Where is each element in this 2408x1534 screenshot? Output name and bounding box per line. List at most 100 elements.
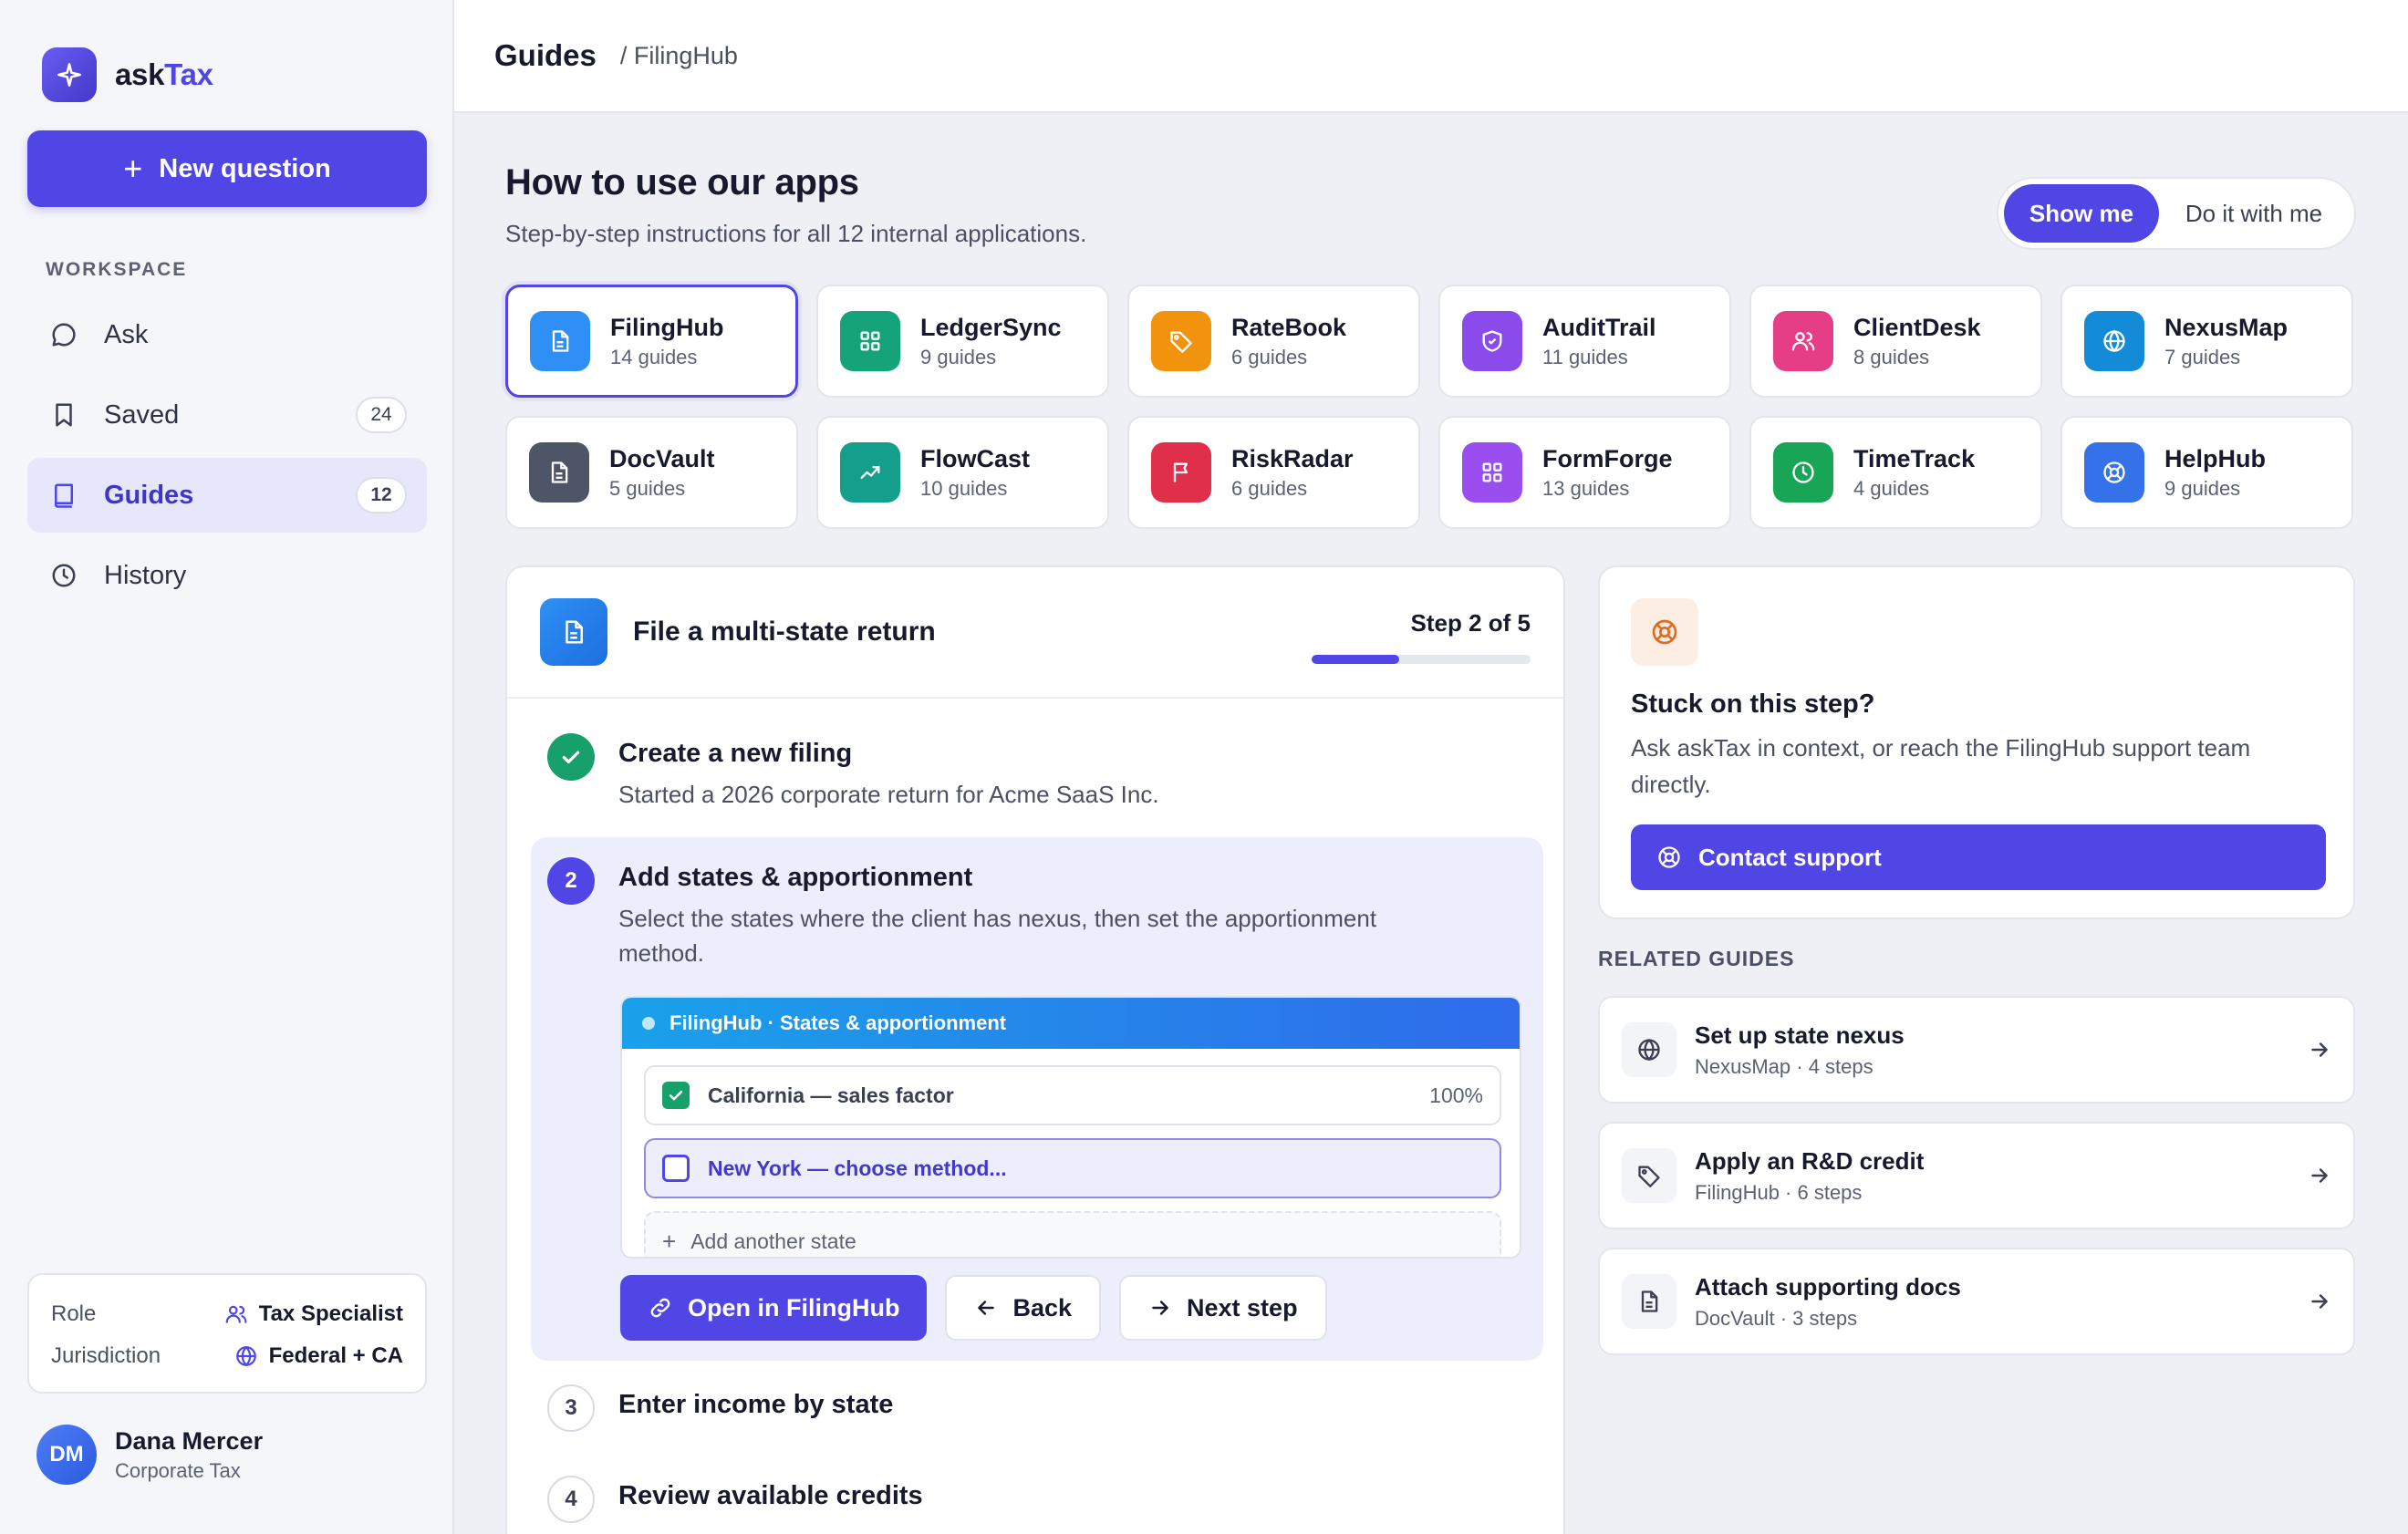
app-guide-count: 7 guides — [2164, 345, 2241, 368]
app-name: HelpHub — [2164, 444, 2266, 472]
lifebuoy-icon — [1631, 598, 1698, 666]
role-label: Role — [51, 1301, 97, 1326]
preview-title: FilingHub · States & apportionment — [669, 1011, 1007, 1034]
document-icon — [540, 598, 607, 666]
checkbox-empty-icon[interactable] — [662, 1155, 690, 1182]
document-icon — [1622, 1274, 1676, 1329]
related-guides-label: RELATED GUIDES — [1598, 947, 1795, 970]
new-question-button[interactable]: + New question — [27, 130, 427, 207]
support-title: Stuck on this step? — [1631, 689, 1875, 719]
app-name: RiskRadar — [1231, 444, 1354, 472]
app-guide-count: 13 guides — [1542, 476, 1630, 500]
grid-icon — [840, 311, 900, 371]
app-card-docvault[interactable]: DocVault 5 guides — [505, 416, 798, 529]
open-in-app-button[interactable]: Open in FilingHub — [620, 1275, 928, 1341]
sidebar-item-saved[interactable]: Saved 24 — [27, 378, 427, 452]
sidebar-item-label: History — [104, 560, 187, 590]
next-step-button[interactable]: Next step — [1119, 1275, 1327, 1341]
shield-icon — [1462, 311, 1522, 371]
section-title: How to use our apps — [505, 162, 859, 202]
arrow-right-icon — [1148, 1296, 1172, 1320]
related-guide-text: Apply an R&D credit FilingHub · 6 steps — [1695, 1147, 2308, 1205]
app-card-text: HelpHub 9 guides — [2164, 445, 2266, 501]
app-card-text: TimeTrack 4 guides — [1853, 445, 1975, 501]
brand-name: askTax — [115, 57, 213, 91]
guide-title: File a multi-state return — [633, 617, 936, 647]
globe-icon — [234, 1344, 258, 1368]
related-guide-title: Attach supporting docs — [1695, 1272, 1961, 1301]
related-guide-item[interactable]: Set up state nexus NexusMap · 4 steps — [1598, 996, 2355, 1104]
checkbox-checked-icon[interactable] — [662, 1082, 690, 1109]
app-name: AuditTrail — [1542, 313, 1656, 341]
related-guides-list: Set up state nexus NexusMap · 4 steps Ap… — [1598, 996, 2355, 1373]
sidebar-item-history[interactable]: History — [27, 538, 427, 613]
app-name: ClientDesk — [1853, 313, 1981, 341]
related-guide-item[interactable]: Apply an R&D credit FilingHub · 6 steps — [1598, 1122, 2355, 1229]
jurisdiction-label: Jurisdiction — [51, 1343, 161, 1368]
app-row: FilingHub 14 guides LedgerSync 9 guides — [505, 285, 2353, 398]
app-card-helphub[interactable]: HelpHub 9 guides — [2060, 416, 2353, 529]
sidebar-item-guides[interactable]: Guides 12 — [27, 458, 427, 533]
step-number-badge: 3 — [547, 1384, 595, 1432]
guide-progress-bar — [1312, 655, 1531, 664]
app-card-timetrack[interactable]: TimeTrack 4 guides — [1749, 416, 2042, 529]
page-title: Guides — [494, 38, 597, 72]
related-guide-text: Set up state nexus NexusMap · 4 steps — [1695, 1021, 2308, 1079]
app-name: RateBook — [1231, 313, 1347, 341]
user-profile[interactable]: DM Dana Mercer Corporate Tax — [36, 1425, 263, 1485]
state-factor-value: 100% — [1429, 1083, 1483, 1107]
app-card-filinghub[interactable]: FilingHub 14 guides — [505, 285, 798, 398]
jurisdiction-value-text: Federal + CA — [268, 1343, 403, 1368]
sidebar-item-label: Guides — [104, 480, 194, 510]
link-icon — [648, 1295, 673, 1321]
app-name: FlowCast — [920, 444, 1031, 472]
do-it-with-me-toggle[interactable]: Do it with me — [2159, 184, 2349, 243]
document-icon — [530, 311, 590, 371]
back-button[interactable]: Back — [945, 1275, 1102, 1341]
role-value[interactable]: Tax Specialist — [224, 1301, 403, 1327]
jurisdiction-value[interactable]: Federal + CA — [234, 1343, 403, 1369]
state-row-california[interactable]: California — sales factor 100% — [644, 1065, 1501, 1125]
tag-icon — [1151, 311, 1211, 371]
flag-icon — [1151, 442, 1211, 503]
trend-icon — [840, 442, 900, 503]
arrow-right-icon — [2308, 1290, 2331, 1313]
arrow-right-icon — [2308, 1164, 2331, 1187]
step-actions: Open in FilingHub Back Next step — [620, 1275, 1345, 1341]
sidebar-nav: Ask Saved 24 Guides 12 History — [27, 297, 427, 618]
status-dot — [642, 1017, 655, 1030]
chat-bubble-icon — [47, 318, 80, 351]
state-row-new-york[interactable]: New York — choose method... — [644, 1138, 1501, 1198]
related-guide-meta: FilingHub · 6 steps — [1695, 1180, 1863, 1204]
contact-support-button[interactable]: Contact support — [1631, 824, 2326, 890]
step-indicator: Step 2 of 5 — [1410, 609, 1531, 637]
related-guide-item[interactable]: Attach supporting docs DocVault · 3 step… — [1598, 1248, 2355, 1355]
guides-count-badge: 12 — [356, 477, 407, 513]
app-card-flowcast[interactable]: FlowCast 10 guides — [816, 416, 1109, 529]
app-card-ratebook[interactable]: RateBook 6 guides — [1127, 285, 1420, 398]
sidebar: askTax + New question WORKSPACE Ask Save… — [0, 0, 454, 1534]
app-card-formforge[interactable]: FormForge 13 guides — [1438, 416, 1731, 529]
sidebar-item-ask[interactable]: Ask — [27, 297, 427, 372]
app-card-text: AuditTrail 11 guides — [1542, 314, 1656, 369]
new-question-label: New question — [159, 153, 331, 183]
role-card: Role Tax Specialist Jurisdiction Federal… — [27, 1273, 427, 1394]
app-card-text: LedgerSync 9 guides — [920, 314, 1062, 369]
app-card-riskradar[interactable]: RiskRadar 6 guides — [1127, 416, 1420, 529]
app-card-text: FormForge 13 guides — [1542, 445, 1673, 501]
app-guide-count: 5 guides — [609, 476, 686, 500]
app-card-clientdesk[interactable]: ClientDesk 8 guides — [1749, 285, 2042, 398]
users-icon — [224, 1302, 248, 1326]
app-guide-count: 4 guides — [1853, 476, 1930, 500]
show-me-toggle[interactable]: Show me — [2004, 184, 2159, 243]
app-card-ledgersync[interactable]: LedgerSync 9 guides — [816, 285, 1109, 398]
breadcrumb[interactable]: / FilingHub — [620, 42, 738, 70]
app-card-text: RiskRadar 6 guides — [1231, 445, 1354, 501]
add-state-row[interactable]: + Add another state — [644, 1211, 1501, 1257]
app-card-audittrail[interactable]: AuditTrail 11 guides — [1438, 285, 1731, 398]
app-row: DocVault 5 guides FlowCast 10 guides Ris… — [505, 416, 2353, 529]
app-card-nexusmap[interactable]: NexusMap 7 guides — [2060, 285, 2353, 398]
brand[interactable]: askTax — [42, 47, 213, 102]
guide-panel: File a multi-state return Step 2 of 5 Cr… — [505, 565, 1565, 1534]
clock-icon — [47, 559, 80, 592]
